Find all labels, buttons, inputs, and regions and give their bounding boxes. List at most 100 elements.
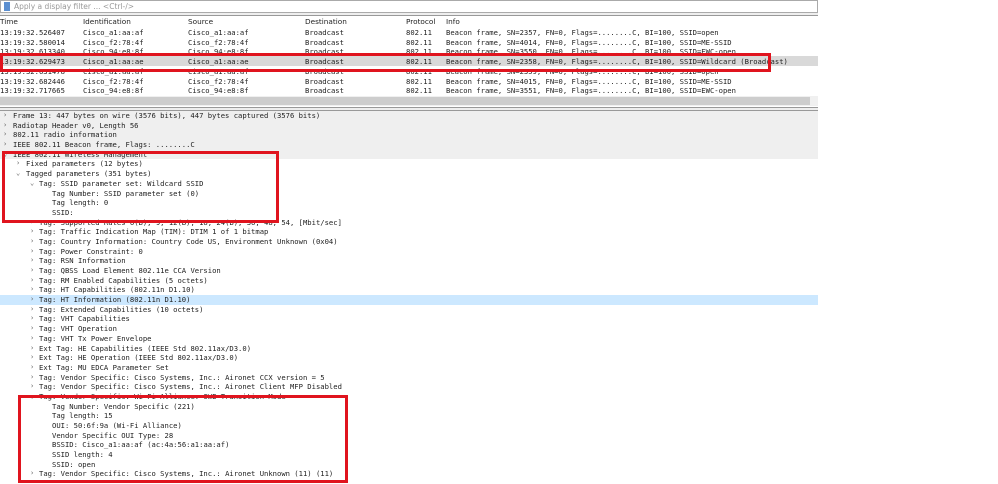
packet-cell-protocol: 802.11 — [406, 86, 432, 96]
packet-cell-protocol: 802.11 — [406, 37, 432, 47]
detail-tree-item[interactable]: › 802.11 radio information — [0, 130, 818, 141]
detail-tree-label: Tag: VHT Tx Power Envelope — [39, 333, 152, 343]
detail-tree-label: Ext Tag: HE Operation (IEEE Std 802.11ax… — [39, 353, 239, 363]
packet-row[interactable]: 13:19:32.580014 Cisco_f2:78:4f Cisco_f2:78… — [0, 37, 818, 47]
detail-tree-item[interactable]: › Tag: RSN Information — [0, 256, 818, 266]
chevron-right-icon[interactable]: › — [30, 334, 34, 344]
packet-cell-time: 13:19:32.526407 — [0, 28, 65, 37]
packet-row[interactable]: 13:19:32.682446 Cisco_f2:78:4f Cisco_f2:78… — [0, 76, 818, 86]
scrollbar-thumb[interactable] — [0, 97, 810, 105]
packet-list-header: Time Identification Source Destination Proto… — [0, 16, 818, 26]
detail-tree-item[interactable]: › Tag: VHT Capabilities — [0, 314, 818, 324]
detail-tree-label: Tag: Traffic Indication Map (TIM): DTIM … — [39, 227, 269, 237]
chevron-right-icon[interactable]: › — [30, 295, 34, 305]
detail-tree-label: Tag: Country Information: Country Code U… — [39, 236, 338, 246]
chevron-right-icon[interactable]: › — [30, 305, 34, 315]
chevron-right-icon[interactable]: › — [30, 237, 34, 247]
display-filter-input[interactable]: Apply a display filter ... <Ctrl-/> — [14, 2, 134, 11]
detail-tree-label: Tag: HT Information (802.11n D1.10) — [39, 295, 191, 305]
detail-tree-label: Radiotap Header v0, Length 56 — [13, 120, 139, 130]
detail-tree-item[interactable]: › Tag: Country Information: Country Code … — [0, 237, 818, 247]
packet-row[interactable]: 13:19:32.717665 Cisco_94:e8:8f Cisco_94:e8… — [0, 85, 818, 95]
packet-list-horizontal-scrollbar[interactable] — [0, 96, 818, 106]
highlight-box-ssid-tag — [2, 151, 279, 223]
packet-cell-protocol: 802.11 — [406, 76, 432, 86]
bookmark-icon[interactable] — [4, 2, 10, 11]
detail-tree-item[interactable]: › Tag: Extended Capabilities (10 octets) — [0, 305, 818, 315]
packet-cell-time: 13:19:32.682446 — [0, 76, 65, 86]
highlight-box-owe-tag — [18, 395, 348, 483]
detail-tree-item[interactable]: › Tag: Traffic Indication Map (TIM): DTIM… — [0, 227, 818, 237]
packet-cell-info: Beacon frame, SN=3551, FN=0, Flags=.....… — [446, 86, 736, 96]
chevron-right-icon[interactable]: › — [30, 227, 34, 237]
chevron-right-icon[interactable]: › — [3, 130, 7, 140]
chevron-right-icon[interactable]: › — [30, 353, 34, 363]
packet-cell-destination: Broadcast — [305, 28, 344, 37]
packet-cell-info: Beacon frame, SN=2357, FN=0, Flags=.....… — [446, 28, 719, 37]
packet-cell-source: Cisco_94:e8:8f — [188, 86, 249, 96]
detail-tree-item[interactable]: › Ext Tag: HE Operation (IEEE Std 802.11a… — [0, 353, 818, 363]
display-filter-bar[interactable]: Apply a display filter ... <Ctrl-/> — [0, 0, 818, 13]
detail-tree-label: Tag: RM Enabled Capabilities (5 octets) — [39, 275, 208, 285]
detail-tree-label: Tag: Extended Capabilities (10 octets) — [39, 304, 204, 314]
detail-tree-item[interactable]: › Tag: VHT Tx Power Envelope — [0, 334, 818, 344]
detail-tree-item[interactable]: › Tag: Vendor Specific: Cisco Systems, In… — [0, 373, 818, 383]
packet-cell-source: Cisco_a1:aa:af — [188, 28, 249, 37]
detail-tree-item[interactable]: › Tag: HT Information (802.11n D1.10) — [0, 295, 818, 305]
detail-tree-label: Frame 13: 447 bytes on wire (3576 bits),… — [13, 111, 321, 120]
column-header-protocol[interactable]: Protocol — [406, 17, 435, 26]
packet-cell-source: Cisco_f2:78:4f — [188, 76, 249, 86]
packet-cell-destination: Broadcast — [305, 86, 344, 96]
packet-cell-info: Beacon frame, SN=4015, FN=0, Flags=.....… — [446, 76, 732, 86]
detail-tree-label: Tag: HT Capabilities (802.11n D1.10) — [39, 285, 195, 295]
detail-tree-item[interactable]: › Tag: Vendor Specific: Cisco Systems, In… — [0, 382, 818, 392]
packet-cell-time: 13:19:32.717665 — [0, 86, 65, 96]
chevron-right-icon[interactable]: › — [30, 314, 34, 324]
column-header-time[interactable]: Time — [0, 17, 18, 26]
column-header-info[interactable]: Info — [446, 17, 460, 26]
chevron-right-icon[interactable]: › — [30, 344, 34, 354]
packet-cell-source: Cisco_f2:78:4f — [188, 37, 249, 47]
chevron-right-icon[interactable]: › — [30, 363, 34, 373]
packet-cell-identification: Cisco_a1:aa:af — [83, 28, 144, 37]
chevron-right-icon[interactable]: › — [30, 247, 34, 257]
chevron-right-icon[interactable]: › — [30, 324, 34, 334]
detail-tree-item[interactable]: › Tag: QBSS Load Element 802.11e CCA Vers… — [0, 266, 818, 276]
packet-cell-identification: Cisco_94:e8:8f — [83, 86, 144, 96]
detail-tree-label: Ext Tag: MU EDCA Parameter Set — [39, 362, 169, 372]
detail-tree-item[interactable]: › Tag: RM Enabled Capabilities (5 octets) — [0, 276, 818, 286]
chevron-right-icon[interactable]: › — [3, 111, 7, 121]
detail-tree-item[interactable]: › Ext Tag: HE Capabilities (IEEE Std 802.… — [0, 344, 818, 354]
chevron-right-icon[interactable]: › — [30, 373, 34, 383]
detail-tree-label: Tag: VHT Operation — [39, 324, 117, 334]
chevron-right-icon[interactable]: › — [30, 276, 34, 286]
chevron-right-icon[interactable]: › — [30, 382, 34, 392]
detail-tree-item[interactable]: › Ext Tag: MU EDCA Parameter Set — [0, 363, 818, 373]
chevron-right-icon[interactable]: › — [3, 121, 7, 131]
detail-tree-item[interactable]: › Tag: Power Constraint: 0 — [0, 247, 818, 257]
packet-cell-protocol: 802.11 — [406, 28, 432, 37]
packet-row[interactable]: 13:19:32.526407 Cisco_a1:aa:af Cisco_a1:aa… — [0, 27, 818, 37]
packet-cell-identification: Cisco_f2:78:4f — [83, 76, 144, 86]
detail-tree-item[interactable]: › Radiotap Header v0, Length 56 — [0, 120, 818, 131]
packet-cell-destination: Broadcast — [305, 37, 344, 47]
column-header-source[interactable]: Source — [188, 17, 213, 26]
detail-tree-item[interactable]: › Frame 13: 447 bytes on wire (3576 bits)… — [0, 111, 818, 121]
detail-tree-label: Tag: Power Constraint: 0 — [39, 246, 143, 256]
detail-tree-label: Ext Tag: HE Capabilities (IEEE Std 802.1… — [39, 343, 252, 353]
chevron-right-icon[interactable]: › — [30, 256, 34, 266]
detail-tree-item[interactable]: › Tag: HT Capabilities (802.11n D1.10) — [0, 285, 818, 295]
chevron-right-icon[interactable]: › — [3, 140, 7, 150]
detail-tree-label: Tag: QBSS Load Element 802.11e CCA Versi… — [39, 266, 221, 275]
chevron-right-icon[interactable]: › — [30, 285, 34, 295]
column-header-destination[interactable]: Destination — [305, 17, 347, 26]
chevron-right-icon[interactable]: › — [30, 266, 34, 276]
detail-tree-item[interactable]: › Tag: VHT Operation — [0, 324, 818, 334]
column-header-identification[interactable]: Identification — [83, 17, 131, 26]
detail-tree-item[interactable]: › IEEE 802.11 Beacon frame, Flags: ......… — [0, 140, 818, 150]
detail-tree-label: Tag: RSN Information — [39, 256, 126, 266]
packet-cell-time: 13:19:32.580014 — [0, 37, 65, 47]
detail-tree-label: Tag: Vendor Specific: Cisco Systems, Inc… — [39, 382, 342, 392]
highlight-box-selected-packet — [0, 53, 771, 72]
detail-tree-label: Tag: VHT Capabilities — [39, 314, 130, 324]
